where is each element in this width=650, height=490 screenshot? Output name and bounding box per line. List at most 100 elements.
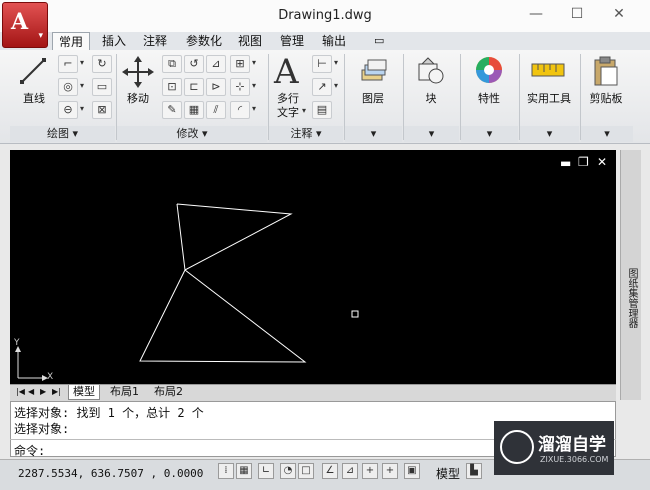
ucs-x-label: X — [47, 372, 54, 382]
modify-panel-title[interactable]: 修改 ▾ — [117, 126, 267, 142]
tab-layout1[interactable]: 布局1 — [106, 385, 143, 399]
ribbon-toggle-icon[interactable]: ▭ — [368, 32, 390, 50]
fillet-icon[interactable]: ◜ — [230, 101, 250, 119]
clipboard-label[interactable]: 剪贴板 — [582, 90, 630, 106]
chevron-down-icon[interactable]: ▾ — [80, 104, 84, 113]
last-tab-button[interactable]: ▶| — [48, 385, 65, 399]
coordinate-readout[interactable]: 2287.5534, 636.7507 , 0.0000 — [18, 467, 203, 480]
chevron-down-icon[interactable]: ▾ — [252, 58, 256, 67]
ducs-icon[interactable]: ⊿ — [342, 463, 358, 479]
measure-ruler-icon[interactable] — [531, 58, 565, 82]
leader-icon[interactable]: ↗ — [312, 78, 332, 96]
ucs-y-label: Y — [14, 338, 20, 348]
drawing-geometry[interactable] — [10, 150, 616, 384]
upper-triangle — [176, 203, 293, 271]
dyn-icon[interactable]: + — [362, 463, 378, 479]
tab-view[interactable]: 视图 — [232, 32, 268, 50]
chevron-down-icon[interactable]: ▾ — [302, 106, 306, 115]
rotate-icon[interactable]: ↺ — [184, 55, 204, 73]
polar-icon[interactable]: ◔ — [280, 463, 296, 479]
model-space-button[interactable]: 模型 — [436, 465, 460, 482]
osnap-icon[interactable]: □ — [298, 463, 314, 479]
grid-icon[interactable]: ▦ — [236, 463, 252, 479]
play-logo-icon — [500, 430, 534, 464]
array-icon[interactable]: ⊞ — [230, 55, 250, 73]
chevron-down-icon[interactable]: ▾ — [334, 81, 338, 90]
circle-icon[interactable]: ◎ — [58, 78, 78, 96]
tab-insert[interactable]: 插入 — [96, 32, 132, 50]
line-label: 直线 — [23, 92, 45, 105]
window-title: Drawing1.dwg — [278, 8, 372, 23]
copy-icon[interactable]: ⧉ — [162, 55, 182, 73]
clipboard-panel-expand[interactable]: ▾ — [581, 126, 633, 142]
block-label[interactable]: 块 — [410, 90, 452, 106]
tab-model[interactable]: 模型 — [68, 385, 100, 400]
layout-tab-bar — [10, 384, 616, 401]
tab-annotate[interactable]: 注释 — [137, 32, 173, 50]
otrack-icon[interactable]: ∠ — [322, 463, 338, 479]
annotation-panel-title[interactable]: 注释 ▾ — [269, 126, 343, 142]
maximize-button[interactable]: ☐ — [566, 5, 588, 23]
polyline-icon[interactable]: ⌐ — [58, 55, 78, 73]
tab-output[interactable]: 输出 — [316, 32, 352, 50]
array-rect-icon[interactable]: ▦ — [184, 101, 204, 119]
chevron-down-icon[interactable]: ▾ — [80, 81, 84, 90]
layout-view-icon[interactable]: ▙ — [466, 463, 482, 479]
tab-layout2[interactable]: 布局2 — [150, 385, 187, 399]
ucs-icon — [15, 346, 48, 381]
line-icon[interactable] — [18, 56, 48, 86]
block-panel-expand[interactable]: ▾ — [404, 126, 459, 142]
mirror-icon[interactable]: ⊳ — [206, 78, 226, 96]
properties-label[interactable]: 特性 — [466, 90, 512, 106]
layers-label[interactable]: 图层 — [350, 90, 396, 106]
layers-icon[interactable] — [358, 56, 388, 86]
ellipse-icon[interactable]: ⊖ — [58, 101, 78, 119]
app-logo-icon: A — [11, 9, 29, 35]
command-history-line: 选择对象: — [14, 422, 70, 436]
command-history-line: 选择对象: 找到 1 个，总计 2 个 — [14, 406, 204, 420]
application-menu-button[interactable]: A ▾ — [2, 2, 48, 48]
properties-panel-expand[interactable]: ▾ — [461, 126, 518, 142]
quick-properties-icon[interactable]: ▣ — [404, 463, 420, 479]
scale-icon[interactable]: ⊏ — [184, 78, 204, 96]
sheet-set-manager-palette[interactable]: 图纸集管理器 — [620, 150, 641, 400]
utilities-label[interactable]: 实用工具 — [521, 90, 577, 106]
hatch-icon[interactable]: ⊠ — [92, 101, 112, 119]
viewport-minimize-button[interactable]: ▬ — [560, 156, 571, 170]
chevron-down-icon[interactable]: ▾ — [252, 81, 256, 90]
ortho-icon[interactable]: ∟ — [258, 463, 274, 479]
move-icon[interactable] — [122, 56, 154, 88]
properties-color-wheel-icon[interactable] — [474, 55, 504, 85]
rectangle-icon[interactable]: ▭ — [92, 78, 112, 96]
command-prompt[interactable]: 命令: — [14, 442, 45, 459]
close-button[interactable]: ✕ — [608, 5, 630, 23]
trim-icon[interactable]: ⊿ — [206, 55, 226, 73]
viewport-restore-button[interactable]: ❐ — [578, 155, 589, 169]
crosshair-pickbox — [351, 310, 359, 318]
explode-icon[interactable]: ⊹ — [230, 78, 250, 96]
table-icon[interactable]: ▤ — [312, 101, 332, 119]
chevron-down-icon[interactable]: ▾ — [334, 58, 338, 67]
watermark-name: 溜溜自学 — [538, 435, 606, 455]
minimize-button[interactable]: — — [525, 5, 547, 23]
erase-icon[interactable]: ✎ — [162, 101, 182, 119]
utilities-panel-expand[interactable]: ▾ — [520, 126, 579, 142]
clipboard-icon[interactable] — [592, 55, 620, 87]
lower-triangle — [139, 269, 307, 363]
stretch-icon[interactable]: ⊡ — [162, 78, 182, 96]
block-icon[interactable] — [416, 56, 446, 86]
offset-icon[interactable]: ⫽ — [206, 101, 226, 119]
tab-parametric[interactable]: 参数化 — [180, 32, 228, 50]
rotate-arrow-icon[interactable]: ↻ — [92, 55, 112, 73]
snap-icon[interactable]: ⁞ — [218, 463, 234, 479]
layers-panel-expand[interactable]: ▾ — [345, 126, 402, 142]
tab-manage[interactable]: 管理 — [274, 32, 310, 50]
lineweight-icon[interactable]: + — [382, 463, 398, 479]
chevron-down-icon[interactable]: ▾ — [252, 104, 256, 113]
tab-home[interactable]: 常用 — [52, 32, 91, 51]
draw-panel-title[interactable]: 绘图 ▾ — [10, 126, 115, 142]
viewport-close-button[interactable]: ✕ — [597, 155, 607, 169]
multiline-text-icon[interactable]: A — [274, 52, 299, 92]
chevron-down-icon[interactable]: ▾ — [80, 58, 84, 67]
dimension-icon[interactable]: ⊢ — [312, 55, 332, 73]
